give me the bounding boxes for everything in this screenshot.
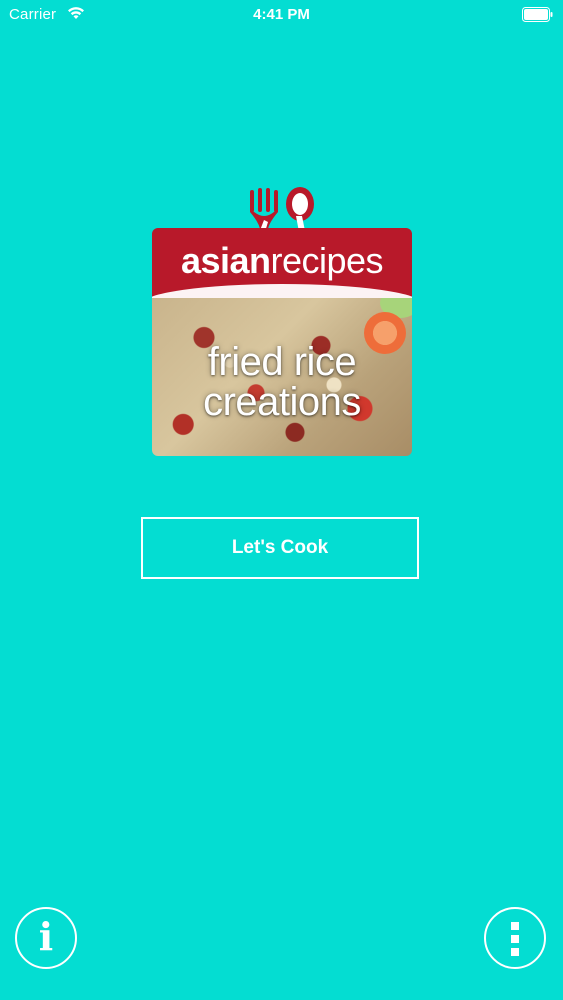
logo-title: fried rice creations (152, 342, 412, 422)
app-logo: asianrecipes fried rice creations (152, 186, 412, 456)
brand-word-recipes: recipes (270, 240, 384, 281)
logo-title-line-2: creations (203, 380, 361, 424)
logo-header: asianrecipes (152, 228, 412, 302)
more-options-button[interactable] (484, 907, 546, 969)
lets-cook-button[interactable]: Let's Cook (141, 517, 419, 579)
battery-icon (522, 7, 553, 22)
logo-title-line-1: fried rice (207, 340, 357, 384)
info-icon: i (38, 914, 54, 959)
fried-rice-photo: fried rice creations (152, 298, 412, 456)
brand-word-asian: asian (180, 240, 271, 281)
status-bar: Carrier 4:41 PM (0, 0, 563, 30)
status-time: 4:41 PM (253, 6, 310, 23)
more-vertical-icon (511, 922, 519, 961)
info-button[interactable]: i (15, 907, 77, 969)
brand-wordmark: asianrecipes (152, 240, 412, 282)
